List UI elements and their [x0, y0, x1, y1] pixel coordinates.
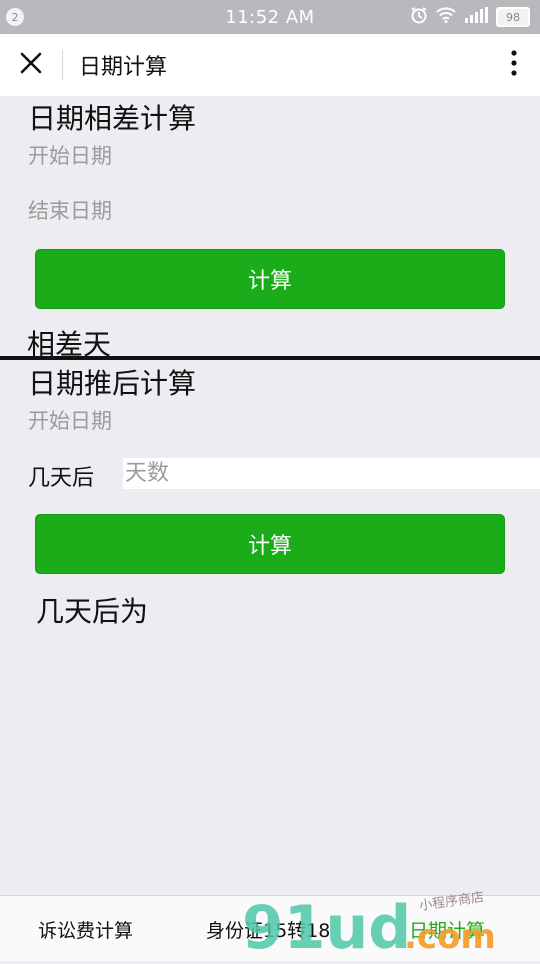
- date-diff-title: 日期相差计算: [28, 102, 197, 135]
- section-divider: [0, 356, 540, 360]
- page-title: 日期计算: [79, 55, 168, 80]
- diff-start-date-picker[interactable]: 开始日期: [28, 140, 112, 170]
- close-icon: [19, 51, 43, 79]
- title-divider: [62, 50, 63, 80]
- diff-calc-button[interactable]: 计算: [35, 249, 505, 309]
- status-bar: 2 11:52 AM 98: [0, 0, 540, 34]
- tab-bar: 诉讼费计算 身份证15转18 日期计算: [0, 895, 540, 961]
- days-later-label: 几天后: [28, 466, 95, 491]
- diff-end-date-picker[interactable]: 结束日期: [28, 195, 112, 225]
- status-time: 11:52 AM: [225, 6, 315, 28]
- close-button[interactable]: [0, 34, 62, 96]
- alarm-icon: [410, 6, 428, 28]
- signal-icon: [464, 7, 488, 27]
- forward-calc-button[interactable]: 计算: [35, 514, 505, 574]
- date-forward-title: 日期推后计算: [28, 367, 197, 400]
- forward-result-label: 几天后为: [36, 595, 149, 628]
- forward-start-date-picker[interactable]: 开始日期: [28, 405, 112, 435]
- more-vertical-icon: [511, 50, 517, 80]
- days-input[interactable]: [123, 458, 540, 489]
- tab-litigation-fee[interactable]: 诉讼费计算: [38, 916, 133, 943]
- status-icons: 98: [410, 6, 530, 28]
- tab-id-convert[interactable]: 身份证15转18: [206, 916, 330, 943]
- tab-date-calc[interactable]: 日期计算: [409, 916, 485, 943]
- notification-count-badge: 2: [6, 8, 24, 26]
- wifi-icon: [436, 7, 456, 27]
- title-bar: 日期计算: [0, 34, 540, 96]
- battery-indicator: 98: [496, 7, 530, 27]
- more-menu-button[interactable]: [504, 50, 524, 80]
